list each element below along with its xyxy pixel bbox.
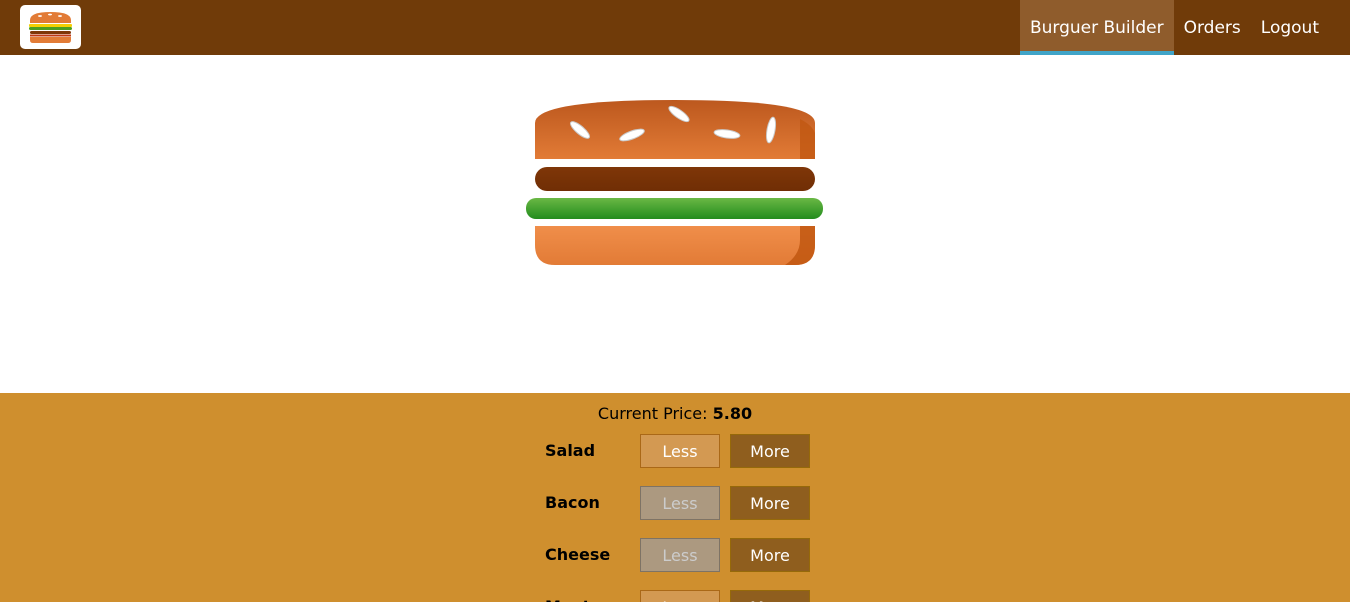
toolbar: Burguer Builder Orders Logout xyxy=(0,0,1350,55)
burger-preview xyxy=(0,55,1350,393)
more-cheese-button[interactable]: More xyxy=(730,538,810,572)
meat-layer xyxy=(535,167,815,191)
less-salad-button[interactable]: Less xyxy=(640,434,720,468)
nav-orders[interactable]: Orders xyxy=(1174,0,1251,55)
control-bacon: Bacon Less More xyxy=(545,486,815,520)
burger-illustration xyxy=(526,100,823,265)
control-salad: Salad Less More xyxy=(545,434,815,468)
less-cheese-button[interactable]: Less xyxy=(640,538,720,572)
control-cheese: Cheese Less More xyxy=(545,538,815,572)
control-label-salad: Salad xyxy=(545,441,596,460)
less-meat-button[interactable]: Less xyxy=(640,590,720,602)
price-label: Current Price: xyxy=(597,404,708,423)
bread-bottom xyxy=(535,226,815,265)
build-controls: Current Price: 5.80 Salad Less More Baco… xyxy=(0,393,1350,602)
bread-top xyxy=(535,100,815,159)
more-salad-button[interactable]: More xyxy=(730,434,810,468)
current-price: Current Price: 5.80 xyxy=(0,404,1350,423)
control-label-bacon: Bacon xyxy=(545,493,600,512)
burger-logo-icon[interactable] xyxy=(20,5,81,49)
salad-layer xyxy=(526,198,823,219)
price-value: 5.80 xyxy=(712,404,753,423)
control-label-meat: Meat xyxy=(545,590,635,602)
nav-burger-builder[interactable]: Burguer Builder xyxy=(1019,0,1174,55)
nav-logout[interactable]: Logout xyxy=(1251,0,1329,55)
control-meat: Meat Less More xyxy=(545,590,815,602)
less-bacon-button[interactable]: Less xyxy=(640,486,720,520)
control-label-cheese: Cheese xyxy=(545,545,611,564)
more-bacon-button[interactable]: More xyxy=(730,486,810,520)
more-meat-button[interactable]: More xyxy=(730,590,810,602)
main-nav: Burguer Builder Orders Logout xyxy=(1019,0,1329,55)
